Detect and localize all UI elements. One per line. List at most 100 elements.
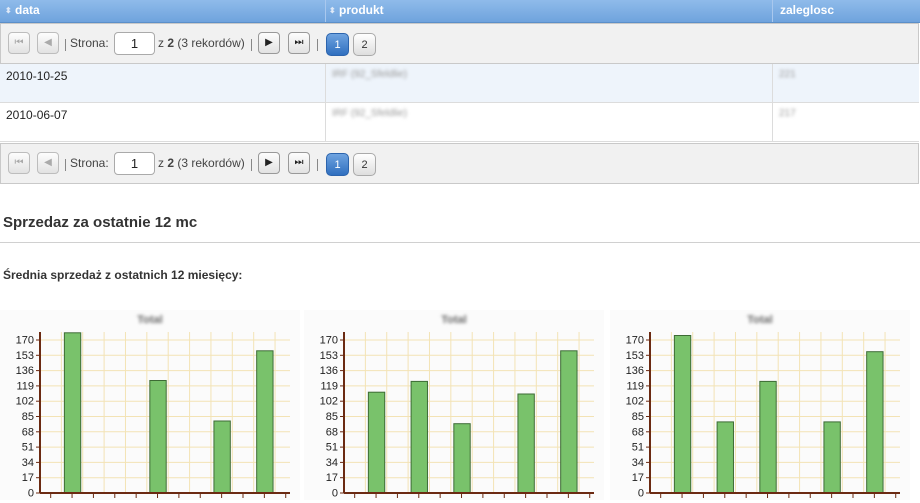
section-title: Sprzedaz za ostatnie 12 mc bbox=[3, 214, 198, 231]
y-tick-label: 0 bbox=[332, 488, 338, 500]
y-tick-label: 170 bbox=[16, 335, 34, 347]
chart-svg: 0 17 34 51 68 85 102 119 136 153 170 bbox=[320, 332, 594, 500]
y-tick-label: 85 bbox=[22, 411, 34, 423]
divider bbox=[317, 39, 318, 51]
divider bbox=[65, 39, 66, 51]
cell-zaleglosc: 221 bbox=[779, 69, 796, 80]
bar bbox=[410, 380, 428, 494]
y-tick-label: 153 bbox=[16, 350, 34, 362]
y-tick-label: 136 bbox=[626, 365, 644, 377]
bar bbox=[367, 391, 386, 494]
y-tick-label: 153 bbox=[626, 350, 644, 362]
chart-title: Total bbox=[441, 314, 467, 326]
chart-svg: 0 17 34 51 68 85 102 119 136 153 170 bbox=[626, 332, 900, 500]
page-input[interactable]: 1 bbox=[114, 32, 155, 55]
pager-bottom: ⏮ ◀ Strona: 1 z 2 (3 rekordów) ▶ ⏭ 1 2 bbox=[0, 143, 919, 184]
bar bbox=[213, 420, 231, 494]
page-label: Strona: bbox=[70, 156, 109, 170]
last-page-button[interactable]: ⏭ bbox=[288, 152, 310, 174]
y-tick-label: 0 bbox=[638, 488, 644, 500]
next-page-button[interactable]: ▶ bbox=[258, 152, 280, 174]
cell-produkt: IRF (92_Sfeldlie) bbox=[332, 108, 408, 119]
y-tick-label: 153 bbox=[320, 350, 338, 362]
chart-title: Total bbox=[137, 314, 163, 326]
divider bbox=[317, 159, 318, 171]
sort-icon: ⬍ bbox=[5, 6, 12, 15]
chart-title: Total bbox=[747, 314, 773, 326]
last-page-button[interactable]: ⏭ bbox=[288, 32, 310, 54]
y-tick-label: 51 bbox=[632, 442, 644, 454]
chart-2: Total 0 17 34 51 68 85 102 119 136 153 170 bbox=[304, 310, 604, 500]
bar bbox=[823, 421, 841, 494]
page-label: Strona: bbox=[70, 36, 109, 50]
y-tick-label: 68 bbox=[326, 426, 338, 438]
column-divider bbox=[325, 0, 326, 22]
y-tick-label: 17 bbox=[632, 472, 644, 484]
divider bbox=[251, 39, 252, 51]
bar bbox=[560, 350, 578, 494]
prev-page-button[interactable]: ◀ bbox=[37, 32, 59, 54]
cell-produkt: IRF (92_Sfeldlie) bbox=[332, 69, 408, 80]
y-tick-label: 102 bbox=[16, 396, 34, 408]
y-tick-label: 34 bbox=[22, 457, 34, 469]
y-tick-label: 119 bbox=[16, 380, 34, 392]
y-tick-label: 136 bbox=[320, 365, 338, 377]
first-page-button[interactable]: ⏮ bbox=[8, 152, 30, 174]
table-row[interactable]: 2010-10-25 IRF (92_Sfeldlie) 221 bbox=[0, 64, 919, 103]
cell-data: 2010-10-25 bbox=[6, 69, 68, 83]
sort-icon: ⬍ bbox=[329, 6, 336, 15]
y-tick-label: 68 bbox=[22, 426, 34, 438]
y-tick-label: 68 bbox=[632, 426, 644, 438]
chart-1: Total 0 17 34 51 68 85 102 119 136 153 170 bbox=[0, 310, 300, 500]
page-2-button[interactable]: 2 bbox=[353, 33, 376, 56]
y-tick-label: 136 bbox=[16, 365, 34, 377]
divider bbox=[251, 159, 252, 171]
page-total-text: z 2 (3 rekordów) bbox=[158, 36, 245, 50]
bar bbox=[759, 380, 777, 494]
first-page-button[interactable]: ⏮ bbox=[8, 32, 30, 54]
page-1-button[interactable]: 1 bbox=[326, 153, 349, 176]
y-tick-label: 34 bbox=[632, 457, 644, 469]
y-tick-label: 34 bbox=[326, 457, 338, 469]
y-tick-label: 170 bbox=[320, 335, 338, 347]
y-tick-label: 119 bbox=[626, 380, 644, 392]
y-tick-label: 51 bbox=[22, 442, 34, 454]
cell-zaleglosc: 217 bbox=[779, 108, 796, 119]
y-tick-label: 85 bbox=[632, 411, 644, 423]
y-tick-label: 170 bbox=[626, 335, 644, 347]
bar bbox=[256, 350, 274, 494]
bar bbox=[716, 421, 734, 494]
chart-svg: 0 17 34 51 68 85 102 119 136 153 170 bbox=[16, 332, 290, 500]
divider bbox=[65, 159, 66, 171]
column-header-zaleglosc[interactable]: zaleglosc bbox=[780, 0, 834, 22]
y-tick-label: 17 bbox=[22, 472, 34, 484]
page-2-button[interactable]: 2 bbox=[353, 153, 376, 176]
column-header-data[interactable]: ⬍ data bbox=[5, 0, 40, 22]
prev-page-button[interactable]: ◀ bbox=[37, 152, 59, 174]
y-tick-label: 102 bbox=[626, 396, 644, 408]
next-page-button[interactable]: ▶ bbox=[258, 32, 280, 54]
section-subtitle: Średnia sprzedaż z ostatnich 12 miesięcy… bbox=[3, 268, 243, 282]
y-tick-label: 51 bbox=[326, 442, 338, 454]
page-input[interactable]: 1 bbox=[114, 152, 155, 175]
bar bbox=[149, 380, 167, 494]
chart-3: Total 0 17 34 51 68 85 102 119 136 153 170 bbox=[610, 310, 910, 500]
table-header: ⬍ data ⬍ produkt zaleglosc bbox=[0, 0, 920, 23]
y-tick-label: 0 bbox=[28, 488, 34, 500]
bar bbox=[63, 332, 82, 494]
page-1-button[interactable]: 1 bbox=[326, 33, 349, 56]
y-tick-label: 119 bbox=[320, 380, 338, 392]
pager-top: ⏮ ◀ Strona: 1 z 2 (3 rekordów) ▶ ⏭ 1 2 bbox=[0, 23, 919, 64]
divider bbox=[0, 242, 920, 243]
y-tick-label: 102 bbox=[320, 396, 338, 408]
cell-data: 2010-06-07 bbox=[6, 108, 68, 122]
y-tick-label: 17 bbox=[326, 472, 338, 484]
page-total-text: z 2 (3 rekordów) bbox=[158, 156, 245, 170]
column-divider bbox=[772, 0, 773, 22]
bar bbox=[866, 351, 884, 494]
column-header-produkt[interactable]: ⬍ produkt bbox=[329, 0, 384, 22]
bar bbox=[673, 335, 692, 494]
table-row[interactable]: 2010-06-07 IRF (92_Sfeldlie) 217 bbox=[0, 103, 919, 142]
bar bbox=[453, 423, 471, 494]
y-tick-label: 85 bbox=[326, 411, 338, 423]
